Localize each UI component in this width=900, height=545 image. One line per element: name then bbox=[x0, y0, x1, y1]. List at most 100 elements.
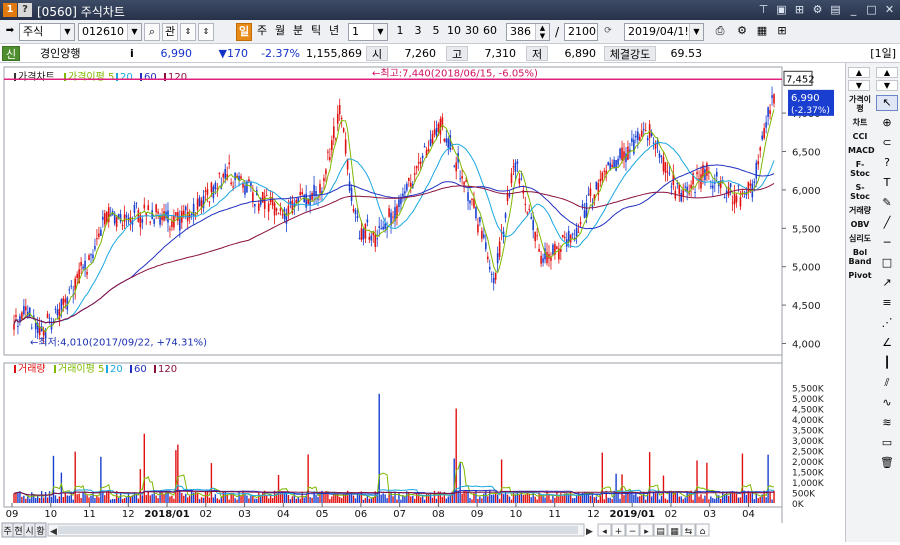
chart-area[interactable]: 가격차트가격이평 52060120거래량거래이평 520601207,0006,… bbox=[0, 63, 845, 542]
pin-icon[interactable]: ⊤ bbox=[757, 2, 770, 17]
indicator-chart[interactable]: 차트 bbox=[848, 118, 872, 127]
chart-canvas[interactable]: 가격차트가격이평 52060120거래량거래이평 520601207,0006,… bbox=[0, 63, 845, 542]
indicator-fstoc[interactable]: F-Stoc bbox=[848, 160, 872, 178]
question-tool-icon[interactable]: ? bbox=[876, 155, 898, 171]
close-icon[interactable]: ✕ bbox=[883, 2, 896, 17]
cursor-tool-icon[interactable]: ↖ bbox=[876, 95, 898, 111]
screen-number-badge[interactable]: 1 bbox=[3, 3, 17, 17]
info-icon[interactable]: i bbox=[130, 46, 138, 61]
indicator-volume[interactable]: 거래량 bbox=[848, 206, 872, 215]
window-tool-icon[interactable]: ▭ bbox=[876, 435, 898, 451]
period-minute-button[interactable]: 분 bbox=[290, 23, 306, 41]
volume-bar bbox=[491, 494, 493, 503]
indicator-macd[interactable]: MACD bbox=[848, 146, 875, 155]
arrow-tool-icon[interactable]: ↗ bbox=[876, 275, 898, 291]
date-select[interactable]: 2019/04/1! ▼ bbox=[624, 23, 704, 41]
gann-tool-icon[interactable]: ⋰ bbox=[876, 315, 898, 331]
horizontal-line-tool-icon[interactable]: ─ bbox=[876, 235, 898, 251]
candle-body bbox=[135, 203, 138, 205]
trendline-tool-icon[interactable]: ╱ bbox=[876, 215, 898, 231]
stock-name[interactable]: 경인양행 bbox=[40, 46, 110, 61]
print-icon[interactable]: ⎙ bbox=[712, 23, 728, 41]
period-day-button[interactable]: 일 bbox=[236, 23, 252, 41]
indicator-sstoc[interactable]: S-Stoc bbox=[848, 183, 872, 201]
scroll-down-icon[interactable]: ▼ bbox=[848, 80, 870, 91]
magnet-tool-icon[interactable]: ⊂ bbox=[876, 135, 898, 151]
indicator-cci[interactable]: CCI bbox=[848, 132, 872, 141]
search-button[interactable]: ⌕ bbox=[144, 23, 160, 41]
stock-code-input[interactable]: 012610 ▼ bbox=[78, 23, 142, 41]
volume-bar bbox=[441, 496, 444, 503]
gear-icon[interactable]: ⚙ bbox=[734, 23, 750, 41]
gwan-button[interactable]: 관 bbox=[162, 23, 178, 41]
calculator-icon[interactable]: ▦ bbox=[754, 23, 770, 41]
stepper-button[interactable]: ⇕ bbox=[198, 23, 214, 41]
settings-icon[interactable]: ⚙ bbox=[811, 2, 824, 17]
volume-bar bbox=[481, 498, 483, 503]
candle-body bbox=[204, 190, 207, 193]
interval-10-button[interactable]: 10 bbox=[446, 23, 462, 41]
data-count-stepper[interactable]: 386 ▲ ▼ bbox=[506, 23, 550, 41]
scroll-up-icon[interactable]: ▲ bbox=[848, 67, 870, 78]
arrow-icon[interactable]: ➡ bbox=[3, 23, 17, 41]
indicator-ma[interactable]: 가격이평 bbox=[848, 95, 872, 113]
zoom-tool-icon[interactable]: ⊕ bbox=[876, 115, 898, 131]
minimize-icon[interactable]: _ bbox=[847, 2, 860, 17]
indicator-obv[interactable]: OBV bbox=[848, 220, 872, 229]
refresh-icon[interactable]: ⟳ bbox=[600, 23, 616, 41]
period-month-button[interactable]: 월 bbox=[272, 23, 288, 41]
volume-bar bbox=[686, 491, 688, 503]
interval-3-button[interactable]: 3 bbox=[410, 23, 426, 41]
zoom-control-icon: ⇆ bbox=[685, 527, 693, 537]
volume-bar bbox=[100, 456, 102, 503]
indicator-pivot[interactable]: Pivot bbox=[848, 271, 872, 280]
interval-select[interactable]: 1 ▼ bbox=[348, 23, 388, 41]
layout-icon[interactable]: ▤ bbox=[829, 2, 842, 17]
market-select[interactable]: 주식 ▼ bbox=[19, 23, 75, 41]
help-button[interactable]: ? bbox=[18, 3, 32, 17]
copy-window-icon[interactable]: ▣ bbox=[775, 2, 788, 17]
candle-body bbox=[417, 162, 420, 164]
period-year-button[interactable]: 년 bbox=[326, 23, 342, 41]
interval-5-button[interactable]: 5 bbox=[428, 23, 444, 41]
link-icon[interactable]: ⊞ bbox=[793, 2, 806, 17]
period-week-button[interactable]: 주 bbox=[254, 23, 270, 41]
volume-bar bbox=[483, 493, 485, 503]
text-tool-icon[interactable]: T bbox=[876, 175, 898, 191]
candle-tool-icon[interactable]: ┃ bbox=[876, 355, 898, 371]
volume-bar bbox=[573, 498, 576, 503]
volume-bar bbox=[90, 495, 92, 503]
wave-tool-icon[interactable]: ∿ bbox=[876, 395, 898, 411]
interval-1-button[interactable]: 1 bbox=[392, 23, 408, 41]
total-count-field[interactable]: 2100 bbox=[564, 23, 598, 41]
volume-axis-label: 2,500K bbox=[792, 448, 825, 458]
candle-body bbox=[678, 184, 681, 195]
delete-tool-icon[interactable]: 🗑 bbox=[876, 455, 898, 471]
chart-config-icon[interactable]: ⊞ bbox=[774, 23, 790, 41]
up-down-button[interactable]: ⇕ bbox=[180, 23, 196, 41]
candle-body bbox=[510, 173, 513, 184]
rectangle-tool-icon[interactable]: □ bbox=[876, 255, 898, 271]
tools-scroll-down-icon[interactable]: ▼ bbox=[876, 80, 898, 91]
period-tick-button[interactable]: 틱 bbox=[308, 23, 324, 41]
pen-tool-icon[interactable]: ✎ bbox=[876, 195, 898, 211]
interval-30-button[interactable]: 30 bbox=[464, 23, 480, 41]
interval-60-button[interactable]: 60 bbox=[482, 23, 498, 41]
maximize-icon[interactable]: □ bbox=[865, 2, 878, 17]
channel-tool-icon[interactable]: ⫽ bbox=[876, 375, 898, 391]
angle-tool-icon[interactable]: ∠ bbox=[876, 335, 898, 351]
candle-body bbox=[123, 214, 126, 222]
volume-bar bbox=[528, 494, 530, 503]
candle-body bbox=[581, 204, 584, 207]
candle-body bbox=[228, 162, 230, 165]
candle-body bbox=[400, 197, 402, 205]
indicator-bollinger[interactable]: Bol Band bbox=[848, 248, 872, 266]
candle-body bbox=[538, 248, 540, 252]
tools-scroll-up-icon[interactable]: ▲ bbox=[876, 67, 898, 78]
fibonacci-tool-icon[interactable]: ≡ bbox=[876, 295, 898, 311]
indicator-psychology[interactable]: 심리도 bbox=[848, 234, 872, 243]
candle-body bbox=[516, 161, 519, 164]
auto-line-tool-icon[interactable]: ≋ bbox=[876, 415, 898, 431]
volume-axis-label: 2,000K bbox=[792, 458, 825, 468]
candle-body bbox=[504, 213, 507, 219]
